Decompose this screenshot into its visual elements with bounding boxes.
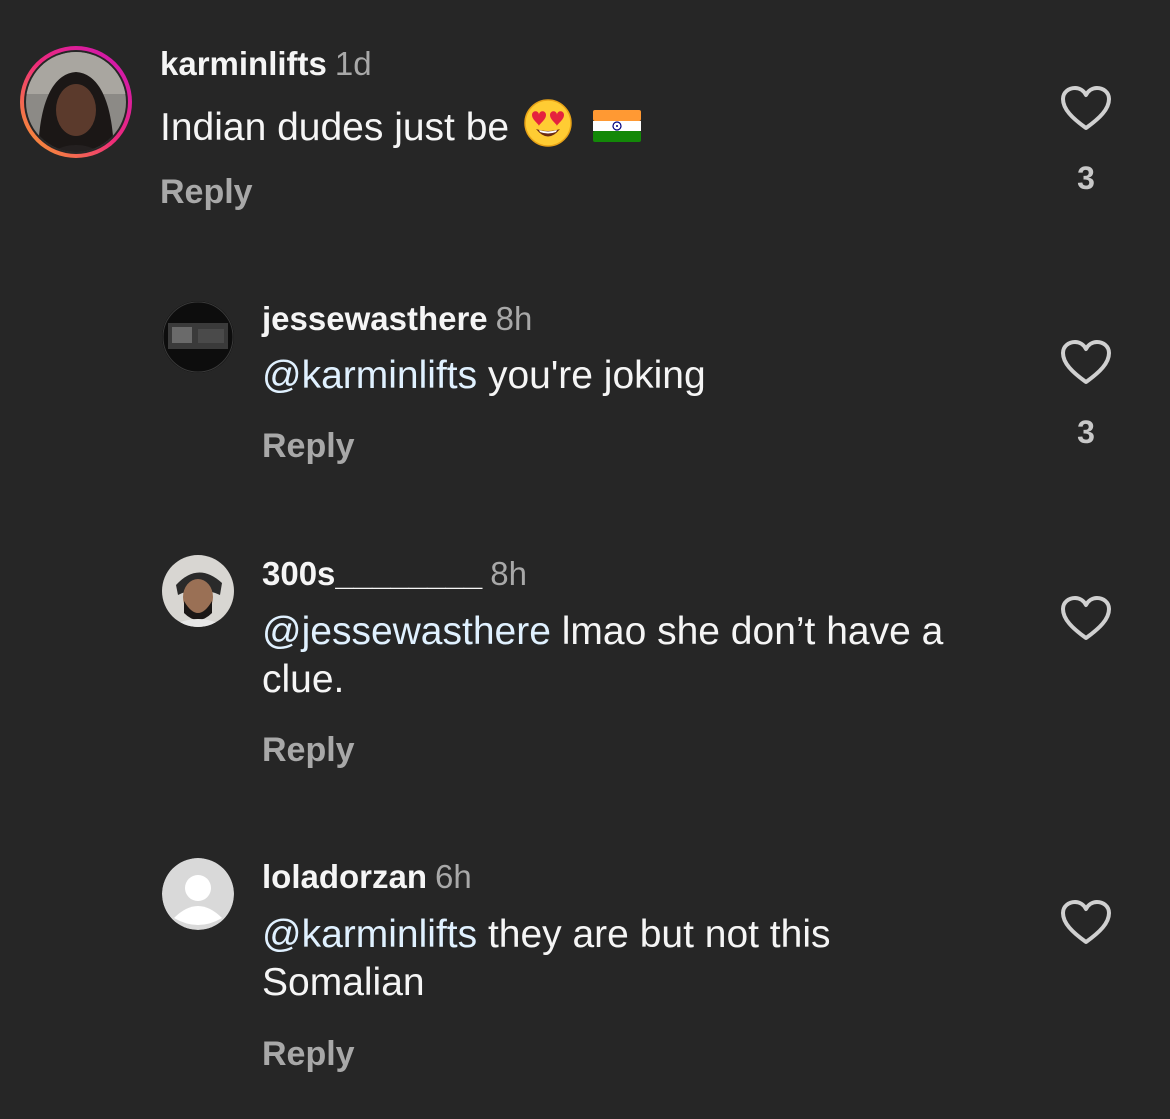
like-heart-icon[interactable] (1060, 596, 1112, 642)
comment-text-content: you're joking (477, 354, 706, 397)
comment-item: loladorzan 6h @karminlifts they are but n… (0, 850, 1170, 1100)
comment-username[interactable]: karminlifts (160, 45, 327, 82)
comment-text: @jessewasthere lmao she don’t have a clu… (262, 608, 1022, 704)
like-heart-icon[interactable] (1060, 900, 1112, 946)
avatar[interactable] (162, 555, 234, 627)
like-heart-icon[interactable] (1060, 340, 1112, 386)
like-heart-icon[interactable] (1060, 86, 1112, 132)
comment-item: 300s________ 8h @jessewasthere lmao she d… (0, 546, 1170, 786)
comment-text: @karminlifts you're joking (262, 352, 706, 400)
mention-link[interactable]: @karminlifts (262, 354, 477, 397)
like-count: 3 (1077, 160, 1095, 196)
reply-button[interactable]: Reply (262, 730, 355, 770)
mention-link[interactable]: @karminlifts (262, 913, 477, 956)
avatar[interactable] (162, 858, 234, 930)
comment-timestamp: 8h (490, 555, 527, 592)
comment-username[interactable]: 300s________ (262, 555, 482, 592)
comment-username[interactable]: loladorzan (262, 858, 427, 895)
comment-text: @karminlifts they are but not this Somal… (262, 911, 962, 1007)
avatar[interactable] (162, 301, 234, 373)
comment-timestamp: 8h (495, 300, 533, 337)
reply-button[interactable]: Reply (262, 426, 355, 466)
avatar-story-ring[interactable] (18, 44, 134, 160)
mention-link[interactable]: @jessewasthere (262, 610, 551, 653)
comment-timestamp: 1d (334, 45, 372, 82)
comment-username[interactable]: jessewasthere (262, 300, 488, 337)
comment-text-content: Indian dudes just be (160, 106, 510, 149)
reply-button[interactable]: Reply (262, 1034, 355, 1074)
reply-button[interactable]: Reply (160, 172, 253, 212)
like-count: 3 (1077, 414, 1095, 450)
comment-item: jessewasthere 8h @karminlifts you're joki… (0, 290, 1170, 490)
india-flag-emoji (593, 106, 642, 154)
heart-eyes-emoji (523, 98, 573, 160)
comment-item: karminlifts 1d Indian dudes just be Reply (0, 0, 1170, 240)
comment-text: Indian dudes just be (160, 98, 642, 160)
comment-timestamp: 6h (435, 858, 472, 895)
